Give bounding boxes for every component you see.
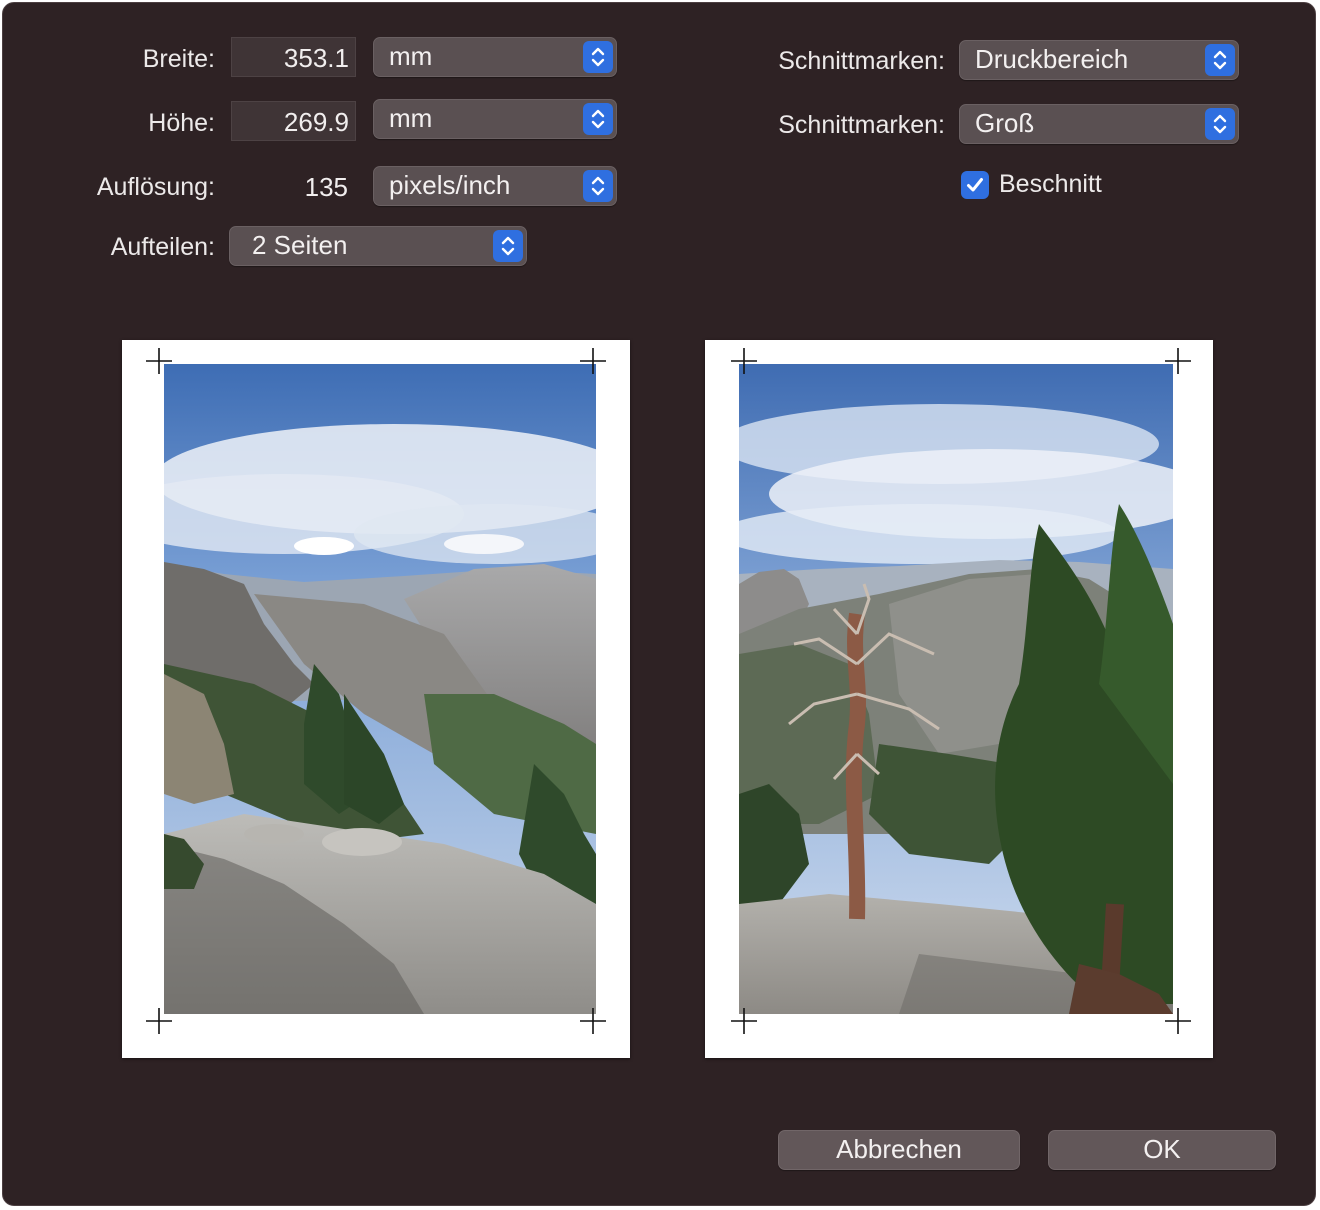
preview-page-left bbox=[122, 340, 630, 1058]
height-unit-value: mm bbox=[389, 103, 433, 133]
bleed-label: Beschnitt bbox=[999, 170, 1102, 198]
print-split-dialog: Breite: 353.1 mm Höhe: 269.9 mm Auflösun… bbox=[2, 2, 1316, 1206]
crop-mark-icon bbox=[146, 1008, 172, 1034]
height-label: Höhe: bbox=[148, 109, 215, 137]
crop-mark-icon bbox=[1165, 1008, 1191, 1034]
ok-button[interactable]: OK bbox=[1048, 1130, 1276, 1170]
cancel-button[interactable]: Abbrechen bbox=[778, 1130, 1020, 1170]
crop-marks-label-1: Schnittmarken: bbox=[778, 47, 945, 75]
crop-mark-icon bbox=[1165, 348, 1191, 374]
resolution-unit-value: pixels/inch bbox=[389, 170, 511, 200]
crop-marks-select-2[interactable]: Groß bbox=[959, 104, 1239, 144]
up-down-stepper-icon bbox=[1205, 108, 1235, 140]
checkmark-icon bbox=[967, 178, 983, 192]
preview-page-right bbox=[705, 340, 1213, 1058]
resolution-value: 135 bbox=[304, 172, 348, 202]
up-down-stepper-icon bbox=[583, 103, 613, 135]
width-unit-select[interactable]: mm bbox=[373, 37, 617, 77]
height-input[interactable]: 269.9 bbox=[231, 101, 356, 141]
crop-marks-label-2: Schnittmarken: bbox=[778, 111, 945, 139]
up-down-stepper-icon bbox=[493, 230, 523, 262]
height-unit-select[interactable]: mm bbox=[373, 99, 617, 139]
split-value: 2 Seiten bbox=[252, 230, 348, 260]
crop-mark-icon bbox=[580, 1008, 606, 1034]
up-down-stepper-icon bbox=[1205, 44, 1235, 76]
up-down-stepper-icon bbox=[583, 41, 613, 73]
width-input[interactable]: 353.1 bbox=[231, 37, 356, 77]
left-page-photo bbox=[164, 364, 596, 1014]
bleed-checkbox[interactable] bbox=[961, 171, 989, 199]
split-select[interactable]: 2 Seiten bbox=[229, 226, 527, 266]
crop-marks-select-1[interactable]: Druckbereich bbox=[959, 40, 1239, 80]
up-down-stepper-icon bbox=[583, 170, 613, 202]
crop-marks-value-1: Druckbereich bbox=[975, 44, 1129, 74]
width-unit-value: mm bbox=[389, 41, 433, 71]
right-page-photo bbox=[739, 364, 1173, 1014]
crop-mark-icon bbox=[731, 1008, 757, 1034]
resolution-unit-select[interactable]: pixels/inch bbox=[373, 166, 617, 206]
crop-mark-icon bbox=[731, 348, 757, 374]
crop-mark-icon bbox=[580, 348, 606, 374]
crop-marks-value-2: Groß bbox=[975, 108, 1035, 138]
resolution-label: Auflösung: bbox=[96, 173, 215, 201]
split-label: Aufteilen: bbox=[110, 233, 215, 261]
crop-mark-icon bbox=[146, 348, 172, 374]
width-label: Breite: bbox=[142, 45, 215, 73]
